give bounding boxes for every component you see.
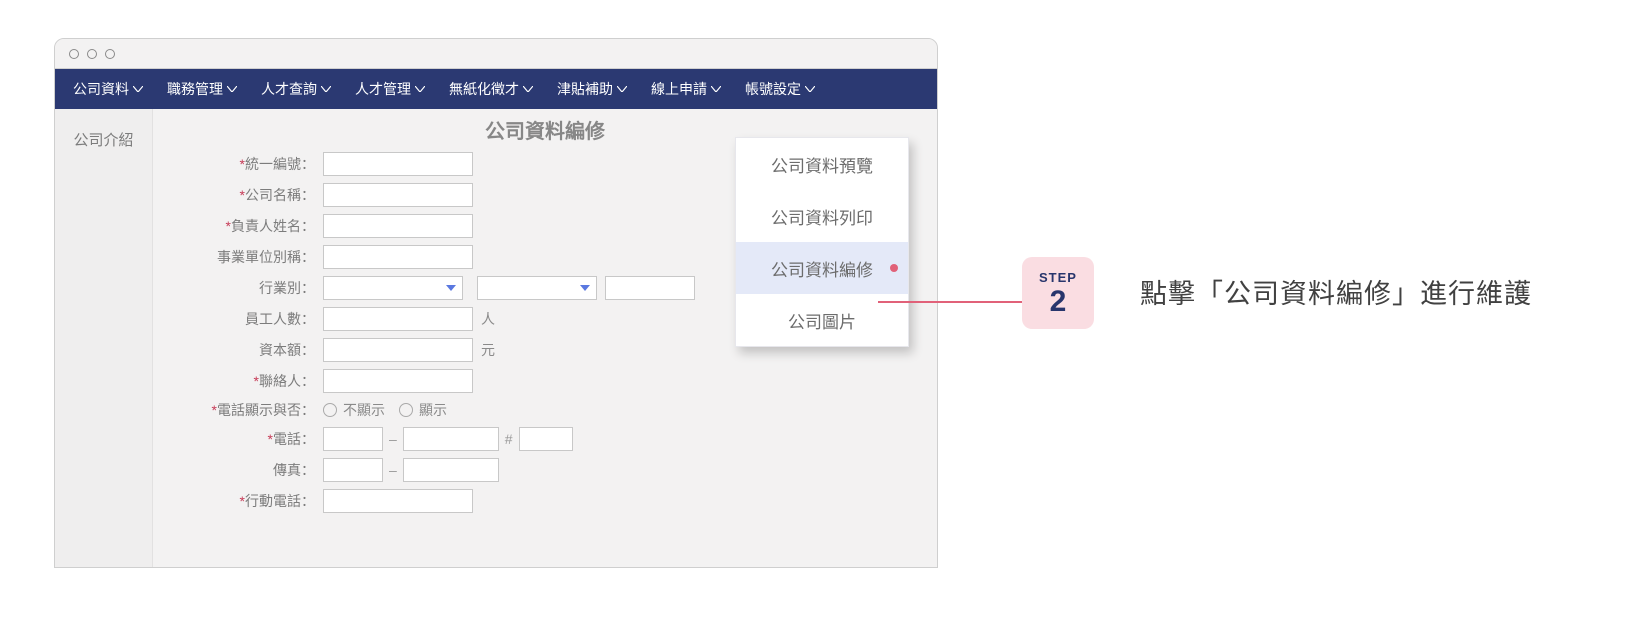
input-capital[interactable]	[323, 338, 473, 362]
app-window: 公司資料 職務管理 人才查詢 人才管理 無紙化徵才 津貼補助	[54, 38, 938, 568]
radio-phone-hide[interactable]: 不顯示	[323, 400, 385, 420]
label-fax: 傳真：	[163, 460, 323, 480]
traffic-light-dot	[87, 49, 97, 59]
separator: –	[389, 462, 397, 478]
label-employees: 員工人數：	[163, 309, 323, 329]
step-badge: STEP 2	[1022, 257, 1094, 329]
row-fax: 傳真： –	[163, 458, 927, 482]
caret-down-icon	[580, 285, 590, 291]
top-navbar: 公司資料 職務管理 人才查詢 人才管理 無紙化徵才 津貼補助	[55, 69, 937, 109]
sidebar-tab-company-intro[interactable]: 公司介紹	[55, 119, 152, 159]
sidebar-tab-label: 公司介紹	[73, 129, 133, 150]
nav-paperless[interactable]: 無紙化徵才	[441, 79, 541, 99]
label-mobile: *行動電話：	[163, 491, 323, 511]
label-phone: *電話：	[163, 429, 323, 449]
instruction-text: 點擊「公司資料編修」進行維護	[1140, 272, 1532, 311]
row-phone: *電話： – #	[163, 427, 927, 451]
nav-subsidy[interactable]: 津貼補助	[549, 79, 635, 99]
input-unified-no[interactable]	[323, 152, 473, 176]
label-capital: 資本額：	[163, 340, 323, 360]
input-phone-area[interactable]	[323, 427, 383, 451]
radio-phone-show[interactable]: 顯示	[399, 400, 447, 420]
nav-account-settings[interactable]: 帳號設定	[737, 79, 823, 99]
dd-item-images[interactable]: 公司圖片	[736, 294, 908, 346]
input-phone-ext[interactable]	[519, 427, 573, 451]
step-label: STEP	[1039, 270, 1077, 285]
row-phone-visible: *電話顯示與否： 不顯示 顯示	[163, 400, 927, 420]
input-unit-alias[interactable]	[323, 245, 473, 269]
input-company-name[interactable]	[323, 183, 473, 207]
chevron-down-icon	[133, 86, 143, 92]
label-industry: 行業別：	[163, 278, 323, 298]
unit-capital: 元	[481, 340, 495, 360]
row-mobile: *行動電話：	[163, 489, 927, 513]
input-fax-area[interactable]	[323, 458, 383, 482]
input-industry-extra[interactable]	[605, 276, 695, 300]
nav-job-mgmt[interactable]: 職務管理	[159, 79, 245, 99]
nav-label: 線上申請	[651, 79, 707, 99]
separator: –	[389, 431, 397, 447]
input-phone-num[interactable]	[403, 427, 499, 451]
nav-label: 職務管理	[167, 79, 223, 99]
nav-talent-search[interactable]: 人才查詢	[253, 79, 339, 99]
label-contact: *聯絡人：	[163, 371, 323, 391]
dd-item-print[interactable]: 公司資料列印	[736, 190, 908, 242]
chevron-down-icon	[617, 86, 627, 92]
input-contact[interactable]	[323, 369, 473, 393]
unit-employees: 人	[481, 309, 495, 329]
dd-item-preview[interactable]: 公司資料預覽	[736, 138, 908, 190]
radio-icon	[399, 403, 413, 417]
label-unit-alias: 事業單位別稱：	[163, 247, 323, 267]
label-owner-name: *負責人姓名：	[163, 216, 323, 236]
dd-item-edit[interactable]: 公司資料編修	[736, 242, 908, 294]
ext-separator: #	[505, 431, 513, 447]
nav-label: 人才管理	[355, 79, 411, 99]
row-contact: *聯絡人：	[163, 369, 927, 393]
chevron-down-icon	[415, 86, 425, 92]
label-company-name: *公司名稱：	[163, 185, 323, 205]
select-industry-1[interactable]	[323, 276, 463, 300]
step-number: 2	[1050, 287, 1067, 317]
sidebar: 公司介紹	[55, 109, 153, 567]
input-mobile[interactable]	[323, 489, 473, 513]
chevron-down-icon	[321, 86, 331, 92]
radio-icon	[323, 403, 337, 417]
traffic-light-dot	[69, 49, 79, 59]
input-fax-num[interactable]	[403, 458, 499, 482]
nav-label: 帳號設定	[745, 79, 801, 99]
caret-down-icon	[446, 285, 456, 291]
select-industry-2[interactable]	[477, 276, 597, 300]
traffic-light-dot	[105, 49, 115, 59]
nav-label: 公司資料	[73, 79, 129, 99]
nav-online-apply[interactable]: 線上申請	[643, 79, 729, 99]
input-employees[interactable]	[323, 307, 473, 331]
app-body: 公司介紹 公司資料編修 *統一編號： *公司名稱： *負責人姓名：	[55, 109, 937, 567]
main-content: 公司資料編修 *統一編號： *公司名稱： *負責人姓名： 事業單位別稱：	[153, 109, 937, 567]
nav-label: 無紙化徵才	[449, 79, 519, 99]
nav-talent-mgmt[interactable]: 人才管理	[347, 79, 433, 99]
window-titlebar	[55, 39, 937, 69]
chevron-down-icon	[523, 86, 533, 92]
nav-company-data[interactable]: 公司資料	[65, 79, 151, 99]
chevron-down-icon	[711, 86, 721, 92]
label-phone-visible: *電話顯示與否：	[163, 400, 323, 420]
label-unified-no: *統一編號：	[163, 154, 323, 174]
nav-label: 津貼補助	[557, 79, 613, 99]
input-owner-name[interactable]	[323, 214, 473, 238]
chevron-down-icon	[227, 86, 237, 92]
nav-label: 人才查詢	[261, 79, 317, 99]
company-data-dropdown: 公司資料預覽 公司資料列印 公司資料編修 公司圖片	[735, 137, 909, 347]
chevron-down-icon	[805, 86, 815, 92]
